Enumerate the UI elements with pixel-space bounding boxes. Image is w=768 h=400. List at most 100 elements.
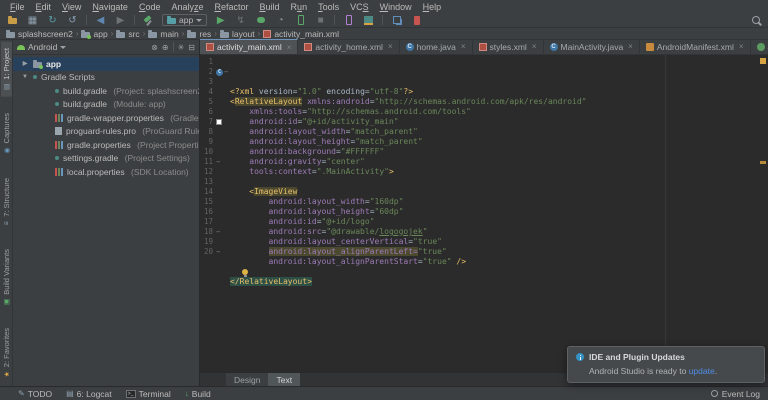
layout-inspector-icon[interactable] (390, 14, 403, 27)
warning-stripe-mark[interactable] (760, 161, 766, 164)
open-icon[interactable] (6, 14, 19, 27)
tool-stripe-icon: ▤ (2, 83, 10, 90)
menu-item-tools[interactable]: Tools (313, 2, 344, 12)
tree-item-build-gradle[interactable]: build.gradle (Module: app) (13, 98, 199, 112)
tree-item-build-gradle[interactable]: build.gradle (Project: splashscreen2) (13, 84, 199, 98)
code-editor[interactable]: 12C−34567891011−12131415161718−1920− <?x… (200, 55, 768, 372)
fold-marker-icon[interactable]: − (224, 69, 228, 76)
editor-tab-app[interactable]: app× (751, 39, 768, 54)
locate-file-icon[interactable]: ⊗ (151, 43, 158, 52)
warning-stripe-mark[interactable] (760, 58, 766, 64)
gear-icon[interactable]: ✳ (178, 43, 185, 52)
avd-manager-icon[interactable] (342, 14, 355, 27)
menu-item-analyze[interactable]: Analyze (166, 2, 208, 12)
close-tab-icon[interactable]: × (287, 43, 292, 52)
update-link[interactable]: update (689, 366, 715, 376)
tree-item-app[interactable]: ▶app (13, 57, 199, 71)
tree-expand-arrow[interactable]: ▼ (21, 74, 29, 80)
event-log-button[interactable]: Event Log (711, 389, 760, 399)
breadcrumb-item[interactable]: activity_main.xml (263, 29, 339, 39)
undo-icon[interactable]: ↺ (66, 14, 79, 27)
tree-item-local-properties[interactable]: local.properties (SDK Location) (13, 165, 199, 179)
editor-tab-styles-xml[interactable]: styles.xml× (473, 39, 544, 54)
menu-item-edit[interactable]: Edit (31, 2, 57, 12)
fold-marker-icon[interactable]: − (216, 229, 220, 236)
status-item-build[interactable]: ↓Build (185, 389, 211, 399)
tool-stripe-favorites[interactable]: ★2: Favorites (1, 322, 12, 384)
fold-marker-icon[interactable]: − (216, 159, 220, 166)
search-everywhere-icon[interactable] (751, 15, 762, 26)
menu-item-vcs[interactable]: VCS (345, 2, 374, 12)
code-line: android:background="#FFFFFF" (230, 147, 768, 157)
tool-stripe-structure[interactable]: ≡7: Structure (1, 172, 12, 233)
code-token: </RelativeLayout> (230, 277, 312, 286)
forward-icon[interactable]: ▶ (114, 14, 127, 27)
close-tab-icon[interactable]: × (461, 42, 466, 51)
collapse-all-icon[interactable]: ⊟ (188, 43, 195, 52)
menu-item-run[interactable]: Run (286, 2, 313, 12)
stop-icon[interactable]: ■ (314, 14, 327, 27)
close-tab-icon[interactable]: × (628, 42, 633, 51)
tool-stripe-project[interactable]: ▤1: Project (1, 42, 12, 97)
tree-item-gradle-properties[interactable]: gradle.properties (Project Properties) (13, 138, 199, 152)
tree-item-gradle-scripts[interactable]: ▼Gradle Scripts (13, 71, 199, 85)
sync-icon[interactable]: ↻ (46, 14, 59, 27)
tool-stripe-label: Build Variants (2, 249, 11, 295)
breadcrumb-item[interactable]: app (81, 29, 107, 39)
related-class-icon[interactable]: C (216, 69, 223, 76)
menu-item-file[interactable]: File (5, 2, 30, 12)
editor-code-area[interactable]: <?xml version="1.0" encoding="utf-8"?><R… (230, 55, 768, 372)
color-preview-swatch[interactable] (216, 119, 222, 125)
menu-item-refactor[interactable]: Refactor (210, 2, 254, 12)
profile-icon[interactable]: ◔ (274, 14, 287, 27)
tree-expand-arrow[interactable]: ▶ (21, 60, 29, 67)
menu-item-build[interactable]: Build (255, 2, 285, 12)
tree-item-gradle-wrapper-properties[interactable]: gradle-wrapper.properties (Gradle Versio… (13, 111, 199, 125)
close-tab-icon[interactable]: × (532, 42, 537, 51)
save-all-icon[interactable]: ▦ (26, 14, 39, 27)
editor-tab-androidmanifest-xml[interactable]: AndroidManifest.xml× (640, 39, 751, 54)
fold-marker-icon[interactable]: − (216, 249, 220, 256)
intention-bulb-icon[interactable] (242, 269, 248, 275)
attach-debugger-icon[interactable] (294, 14, 307, 27)
breadcrumb-item[interactable]: splashscreen2 (6, 29, 73, 39)
status-item-terminal[interactable]: >_Terminal (126, 389, 171, 399)
breadcrumb-item[interactable]: res (187, 29, 211, 39)
editor-tab-home-java[interactable]: Chome.java× (400, 39, 473, 54)
status-item-6--logcat[interactable]: ▤6: Logcat (66, 389, 112, 399)
menu-item-navigate[interactable]: Navigate (87, 2, 133, 12)
scroll-to-source-icon[interactable]: ⊕ (162, 43, 169, 52)
editor-tab-activity-main-xml[interactable]: activity_main.xml× (200, 39, 298, 54)
run-icon[interactable]: ▶ (214, 14, 227, 27)
back-icon[interactable]: ◀ (94, 14, 107, 27)
editor-mode-tab-text[interactable]: Text (268, 373, 300, 386)
close-tab-icon[interactable]: × (388, 42, 393, 51)
debug-icon[interactable] (254, 14, 267, 27)
close-tab-icon[interactable]: × (739, 42, 744, 51)
tool-stripe-captures[interactable]: ◉Captures (1, 107, 12, 160)
sdk-manager-icon[interactable] (362, 14, 375, 27)
profiler-icon[interactable] (410, 14, 423, 27)
editor-mode-tab-design[interactable]: Design (226, 373, 268, 386)
menu-item-help[interactable]: Help (418, 2, 447, 12)
code-token: ?> (403, 87, 413, 96)
breadcrumb-item[interactable]: layout (220, 29, 255, 39)
editor-tab-mainactivity-java[interactable]: CMainActivity.java× (544, 39, 640, 54)
code-token (230, 117, 249, 126)
breadcrumb-separator: › (258, 29, 261, 38)
build-hammer-icon[interactable] (142, 14, 155, 27)
apply-changes-icon[interactable]: ↯ (234, 14, 247, 27)
tree-item-proguard-rules-pro[interactable]: proguard-rules.pro (ProGuard Rules for a… (13, 125, 199, 139)
editor-tab-activity-home-xml[interactable]: activity_home.xml× (298, 39, 399, 54)
tool-stripe-buildvariants[interactable]: ▣Build Variants (1, 243, 12, 312)
breadcrumb-item[interactable]: main (148, 29, 178, 39)
status-item-todo[interactable]: ✎TODO (18, 389, 52, 399)
tree-item-settings-gradle[interactable]: settings.gradle (Project Settings) (13, 152, 199, 166)
run-configuration-dropdown[interactable]: app (162, 14, 207, 26)
breadcrumb-item[interactable]: src (116, 29, 139, 39)
project-view-selector[interactable]: Android (28, 42, 57, 52)
menu-item-code[interactable]: Code (134, 2, 166, 12)
menu-item-view[interactable]: View (57, 2, 86, 12)
menu-item-window[interactable]: Window (375, 2, 417, 12)
chevron-down-icon[interactable] (60, 46, 66, 49)
